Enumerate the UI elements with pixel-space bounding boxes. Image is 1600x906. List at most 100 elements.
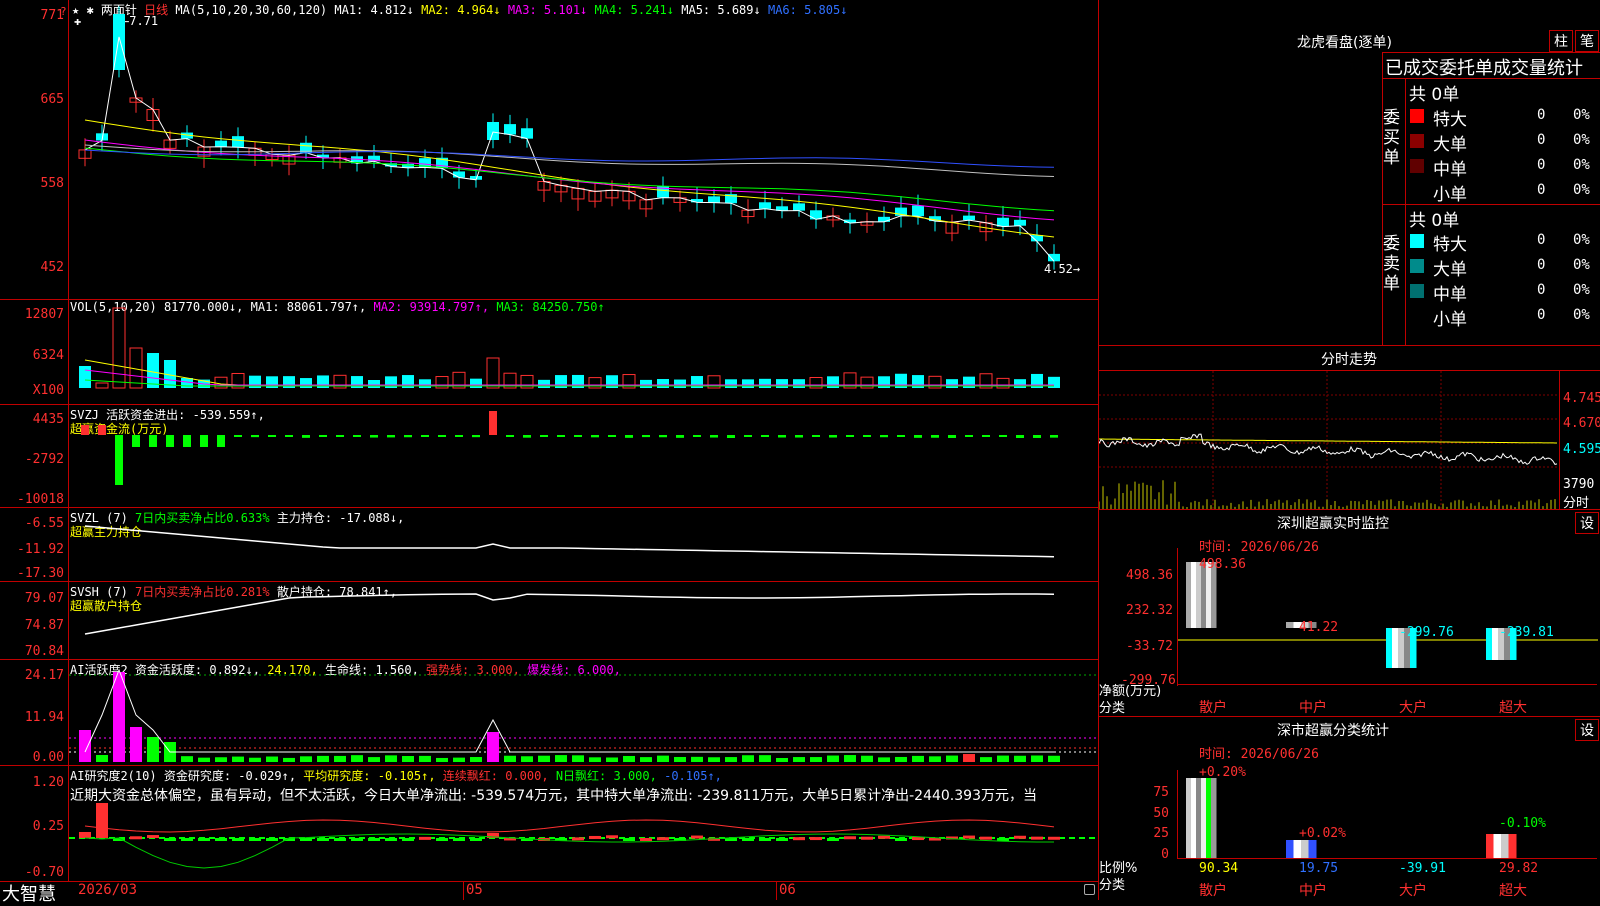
flow-bar bbox=[98, 425, 106, 435]
research-bar bbox=[861, 836, 873, 840]
volume-bar bbox=[79, 366, 91, 388]
svzl-axis-label: -11.92 bbox=[17, 542, 64, 557]
flow-bar bbox=[812, 435, 820, 437]
activity-bar bbox=[674, 756, 686, 762]
candle-body bbox=[1031, 235, 1043, 242]
activity-bar bbox=[929, 756, 941, 762]
activity-bar bbox=[725, 757, 737, 762]
ratio-bar-chart[interactable] bbox=[1178, 770, 1598, 858]
volume-bar bbox=[368, 379, 380, 388]
activity-bar bbox=[997, 755, 1009, 762]
svsh-chart[interactable] bbox=[69, 582, 1098, 659]
svzj-axis-label: 4435 bbox=[32, 412, 64, 427]
lock-icon[interactable] bbox=[1084, 884, 1095, 895]
net-value: -239.81 bbox=[1499, 625, 1554, 640]
category-name: 散户 bbox=[1199, 883, 1227, 899]
research-bar bbox=[742, 838, 754, 841]
buy-row-count: 0 bbox=[1537, 132, 1546, 148]
ratio-bar bbox=[1206, 778, 1212, 858]
svzj-axis-label: -10018 bbox=[17, 492, 64, 507]
candle-body bbox=[487, 122, 499, 140]
svsh-axis-label: 79.07 bbox=[24, 591, 64, 606]
volume-bar bbox=[95, 382, 109, 389]
volume-bar bbox=[1014, 379, 1026, 388]
buy-row-pct: 0% bbox=[1573, 182, 1590, 198]
research-bar bbox=[572, 837, 584, 841]
fenshi-chart[interactable] bbox=[1099, 371, 1559, 509]
net-bar bbox=[1392, 628, 1399, 668]
research-bar bbox=[589, 835, 601, 839]
candle-body bbox=[963, 215, 975, 221]
warning-icon: ? bbox=[60, 5, 67, 18]
volume-chart[interactable] bbox=[69, 300, 1098, 404]
sell-row-name: 大单 bbox=[1433, 260, 1467, 280]
ai2-chart[interactable] bbox=[69, 766, 1098, 881]
research-bar bbox=[300, 838, 312, 841]
svzl-axis-label: -6.55 bbox=[24, 516, 64, 531]
price-axis-label: 771 bbox=[40, 8, 64, 23]
category-name: 中户 bbox=[1299, 883, 1327, 899]
fenshi-title: 分时走势 bbox=[1321, 352, 1377, 368]
candle-body bbox=[878, 216, 890, 222]
flow-bar bbox=[302, 435, 310, 438]
ratio-pct: -0.10% bbox=[1499, 816, 1546, 831]
activity-bar bbox=[317, 755, 329, 762]
research-bar bbox=[232, 838, 244, 841]
tick-mode-button[interactable]: 笔 bbox=[1575, 30, 1599, 52]
sell-row-name: 小单 bbox=[1433, 310, 1467, 330]
ratio-pct: +0.02% bbox=[1299, 826, 1346, 841]
ratio-value: 29.82 bbox=[1499, 861, 1539, 876]
flow-bar bbox=[880, 435, 888, 438]
activity-bar bbox=[436, 757, 448, 762]
flow-bar bbox=[557, 435, 565, 437]
candle-body bbox=[759, 202, 771, 209]
volume-bar bbox=[300, 378, 312, 388]
buy-row-name: 小单 bbox=[1433, 185, 1467, 205]
activity-bar bbox=[572, 755, 584, 762]
flow-bar bbox=[421, 435, 429, 437]
ratio-bar bbox=[1286, 840, 1294, 858]
research-bar bbox=[1014, 835, 1026, 839]
date-tick bbox=[463, 882, 464, 900]
activity-bar bbox=[691, 756, 703, 762]
flow-bar bbox=[115, 435, 123, 485]
research-bar bbox=[96, 803, 108, 838]
flow-bar bbox=[914, 435, 922, 438]
fenshi-vol-label: 3790 bbox=[1563, 477, 1595, 492]
candle-body bbox=[1048, 253, 1060, 262]
svzj-chart[interactable] bbox=[69, 405, 1098, 507]
price-chart[interactable] bbox=[69, 0, 1098, 299]
activity-bar bbox=[181, 756, 193, 762]
activity-bar bbox=[980, 757, 992, 762]
research-bar bbox=[368, 838, 380, 841]
ai1-chart[interactable] bbox=[69, 660, 1098, 765]
volume-bar bbox=[725, 379, 737, 388]
net-value: -299.76 bbox=[1399, 625, 1454, 640]
volume-bar bbox=[147, 353, 159, 388]
ratio-axis-label: 0 bbox=[1161, 847, 1169, 862]
flow-bar bbox=[523, 435, 531, 438]
flow-bar bbox=[251, 435, 259, 438]
ratio-axis-label: 25 bbox=[1153, 826, 1169, 841]
flow-bar bbox=[999, 435, 1007, 437]
category-label: 分类 bbox=[1099, 878, 1126, 893]
sell-row-pct: 0% bbox=[1573, 257, 1590, 273]
research-bar bbox=[963, 835, 975, 839]
flow-bar bbox=[200, 435, 208, 447]
flow-bar bbox=[744, 435, 752, 437]
column-mode-button[interactable]: 柱 bbox=[1549, 30, 1573, 52]
monitor-settings-button[interactable]: 设 bbox=[1575, 512, 1599, 534]
svzl-chart[interactable] bbox=[69, 508, 1098, 581]
divider bbox=[1382, 52, 1600, 53]
volume-bar bbox=[996, 377, 1010, 389]
research-bar bbox=[249, 838, 261, 841]
activity-bar bbox=[623, 755, 635, 762]
main-chart-area[interactable]: ★ ✱ 两面针 日线 MA(5,10,20,30,60,120) MA1: 4.… bbox=[0, 0, 1100, 905]
candle-body bbox=[708, 196, 720, 203]
flow-bar bbox=[778, 435, 786, 438]
activity-bar bbox=[470, 757, 482, 762]
research-bar bbox=[470, 838, 482, 841]
class-time: 时间: 2026/06/26 bbox=[1199, 747, 1319, 762]
class-settings-button[interactable]: 设 bbox=[1575, 719, 1599, 741]
ratio-pct: +0.20% bbox=[1199, 765, 1246, 780]
